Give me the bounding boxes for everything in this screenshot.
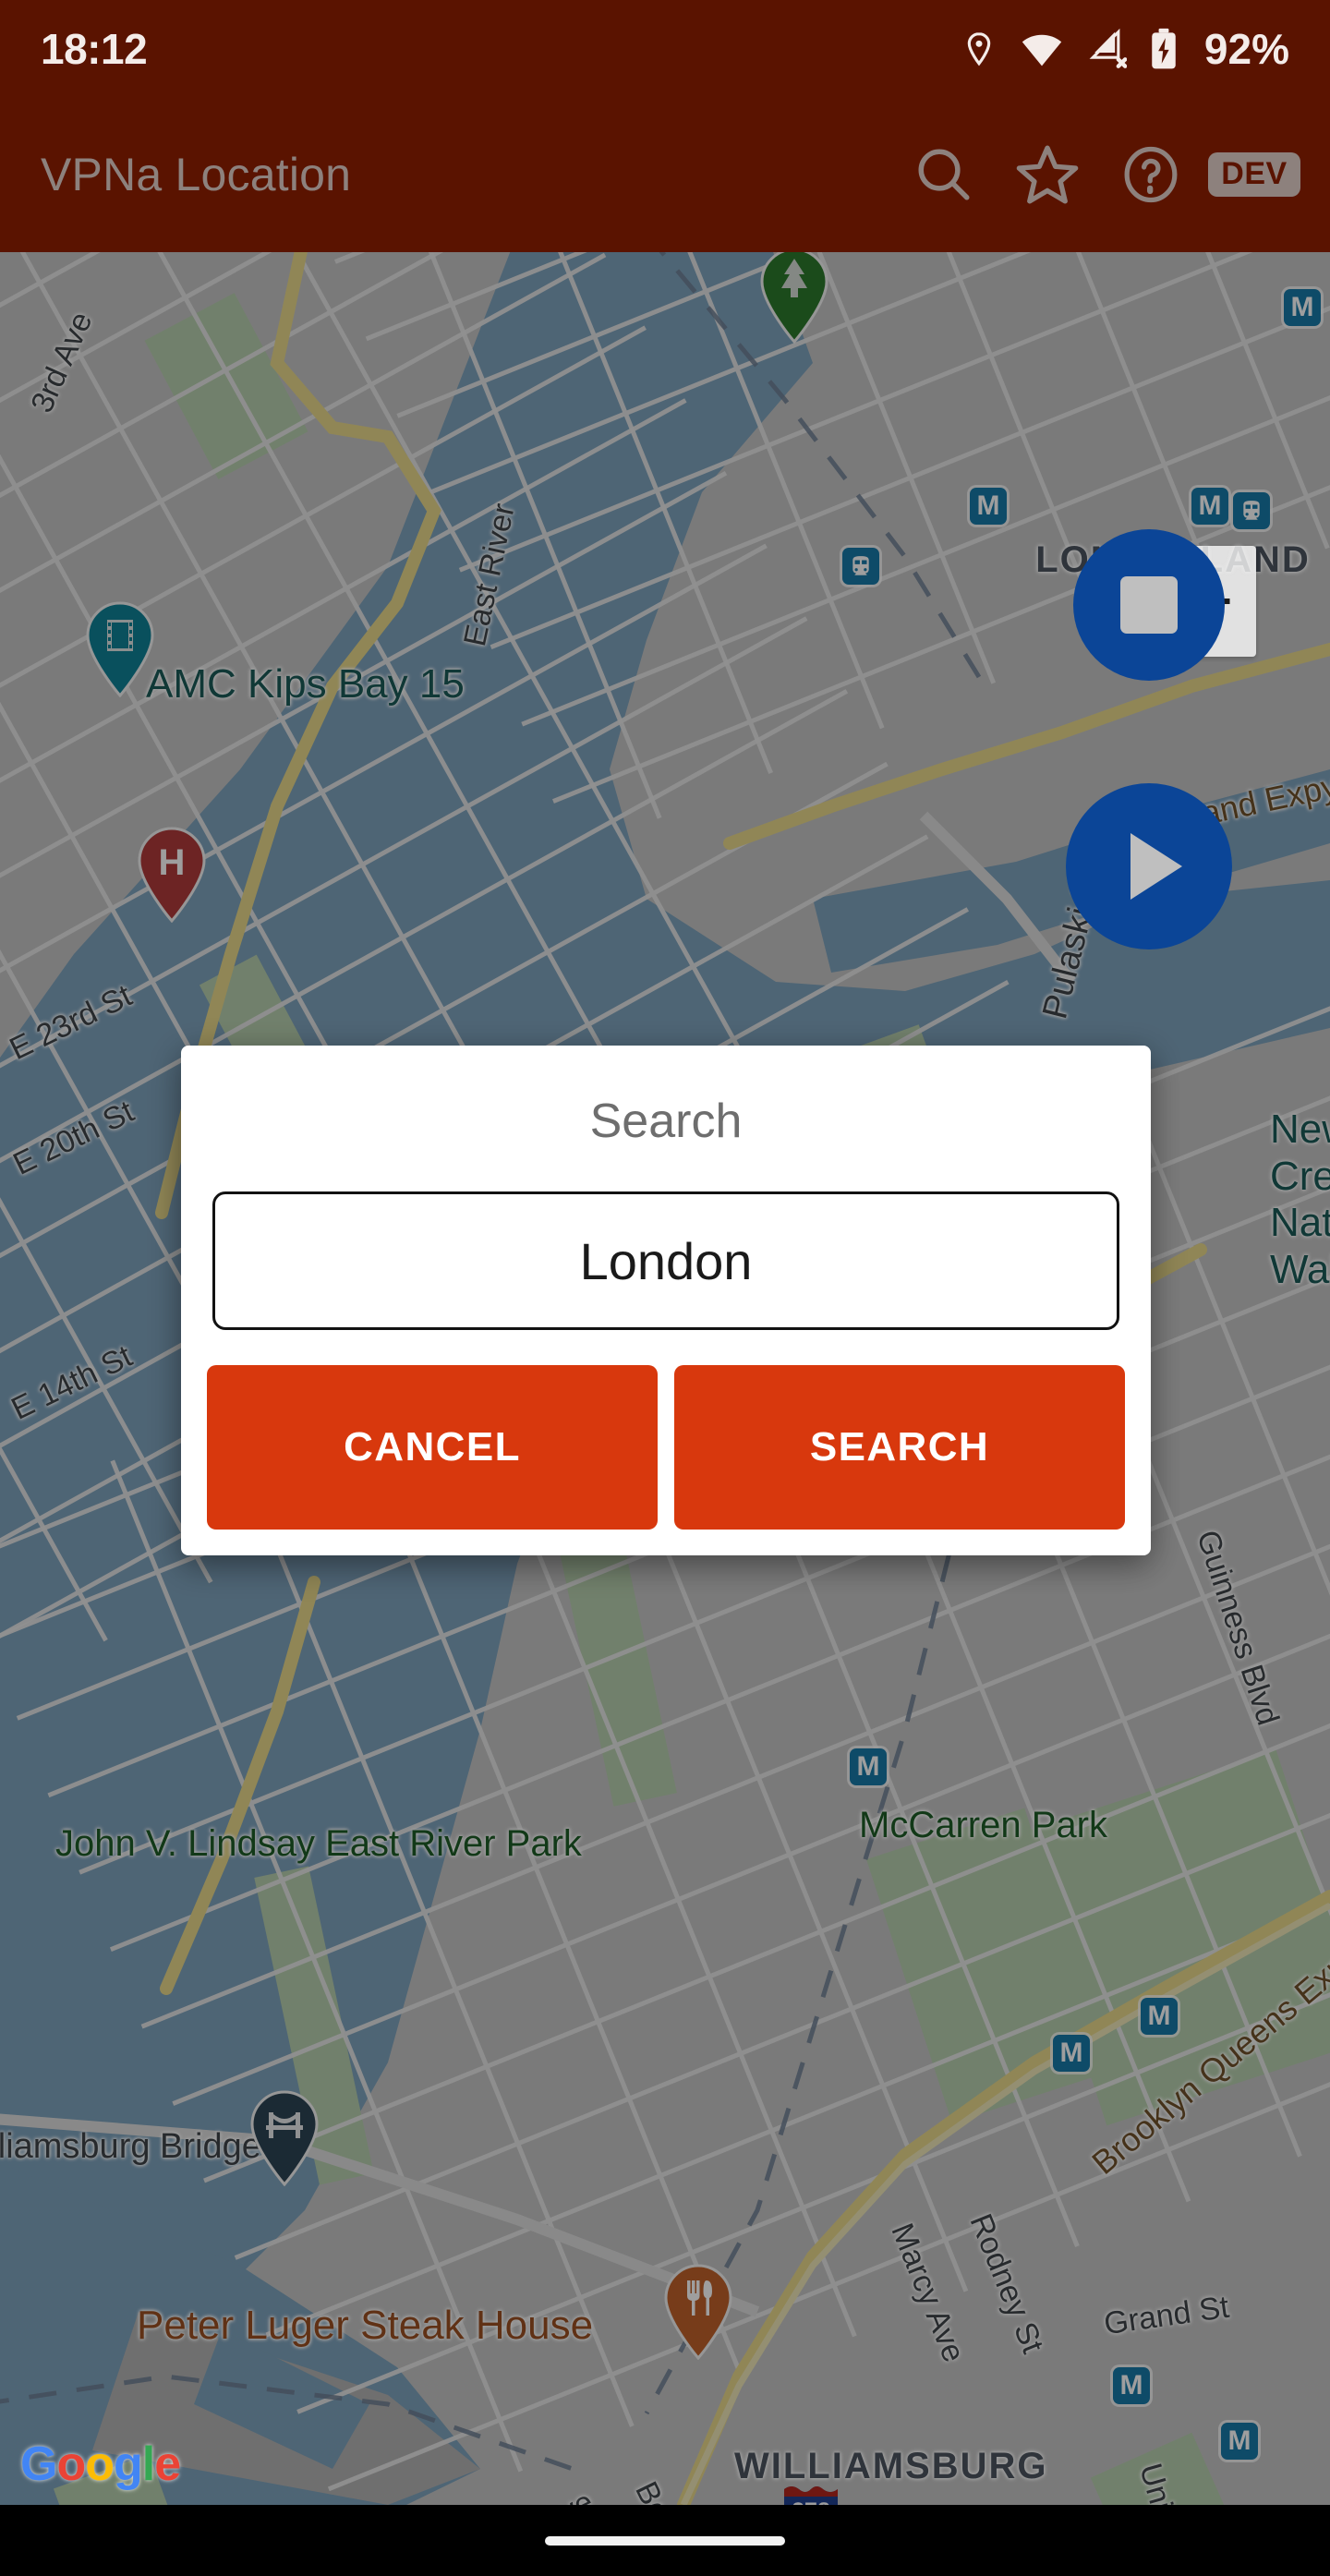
location-pin-icon [967, 31, 991, 66]
search-dialog: Search CANCEL SEARCH [181, 1046, 1151, 1555]
train-icon [1243, 501, 1260, 520]
star-icon [1016, 145, 1079, 204]
hospital-pin[interactable]: H [137, 827, 207, 927]
highway-shield-278: 278 [780, 2478, 841, 2505]
cinema-pin[interactable] [85, 601, 155, 702]
metro-badge: M [850, 1748, 887, 1785]
dev-badge-label: DEV [1208, 152, 1300, 197]
rail-badge [842, 548, 879, 585]
metro-badge: M [1191, 488, 1228, 525]
status-clock: 18:12 [41, 24, 148, 73]
stop-icon [1120, 576, 1178, 634]
home-indicator[interactable] [545, 2535, 785, 2546]
metro-badge: M [1113, 2367, 1150, 2404]
app-bar-actions: DEV [894, 125, 1304, 224]
map-label-park: McCarren Park [859, 1805, 1107, 1845]
map-label-poi: AMC Kips Bay 15 [146, 661, 465, 707]
dialog-actions: CANCEL SEARCH [207, 1365, 1125, 1530]
app-screen: 3rd Ave East River E 23rd St E 20th St A… [0, 0, 1330, 2576]
map-label-poi: Newtown Creek Nature Walk [1270, 1107, 1330, 1292]
map-label-park: John V. Lindsay East River Park [55, 1823, 582, 1864]
cancel-button[interactable]: CANCEL [207, 1365, 658, 1530]
shield-number: 278 [792, 2498, 830, 2505]
search-input[interactable] [212, 1191, 1119, 1330]
metro-badge: M [1284, 289, 1321, 326]
status-bar: 18:12 92% [0, 0, 1330, 97]
help-icon [1124, 146, 1178, 203]
metro-badge: M [1053, 2035, 1090, 2072]
page-title: VPNa Location [41, 149, 352, 200]
rail-badge [1233, 492, 1270, 529]
status-icons: 92% [961, 24, 1289, 74]
search-confirm-button[interactable]: SEARCH [674, 1365, 1125, 1530]
bridge-pin[interactable] [249, 2090, 320, 2191]
map-label-food: Peter Luger Steak House [137, 2303, 594, 2348]
cellular-off-icon [1089, 28, 1127, 68]
play-icon [1130, 833, 1182, 900]
google-attribution: Google [20, 2437, 181, 2491]
svg-text:H: H [159, 842, 186, 883]
favorites-button[interactable] [998, 125, 1097, 224]
stop-button[interactable] [1073, 529, 1225, 681]
map-label-bridge: Williamsburg Bridge [0, 2127, 261, 2166]
wifi-icon [1022, 34, 1062, 66]
app-bar: VPNa Location DEV [0, 97, 1330, 252]
metro-badge: M [970, 488, 1007, 525]
restaurant-pin[interactable] [663, 2264, 733, 2364]
play-button[interactable] [1066, 783, 1232, 949]
dev-button[interactable]: DEV [1204, 125, 1304, 224]
train-icon [852, 556, 869, 575]
search-button[interactable] [894, 125, 994, 224]
system-nav-bar [0, 2505, 1330, 2576]
park-pin[interactable] [759, 252, 829, 348]
metro-badge: M [1221, 2423, 1258, 2460]
help-button[interactable] [1101, 125, 1201, 224]
search-icon [918, 149, 970, 200]
metro-badge: M [1141, 1998, 1178, 2035]
dialog-title: Search [589, 1094, 743, 1148]
battery-charging-icon [1152, 28, 1176, 68]
battery-percent: 92% [1203, 24, 1289, 73]
